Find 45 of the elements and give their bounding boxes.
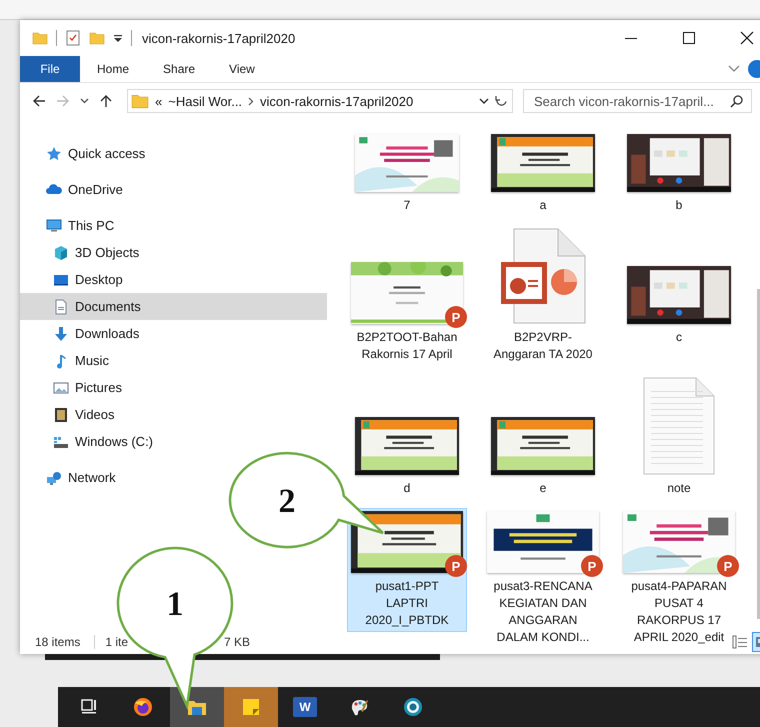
nav-item[interactable]: Windows (C:) <box>20 428 166 455</box>
item-count: 18 items <box>35 635 80 649</box>
file-item[interactable]: P B2P2TOOT-Bahan Rakornis 17 April <box>347 225 467 366</box>
taskbar-button[interactable]: W <box>278 687 332 727</box>
nav-item[interactable]: Desktop <box>20 266 135 293</box>
selection-size: 7 KB <box>224 635 250 649</box>
file-item[interactable]: P pusat3-RENCANA KEGIATAN DAN ANGGARAN DALAM KONDI... <box>483 508 603 649</box>
nav-item[interactable]: Quick access <box>20 140 158 167</box>
nav-item[interactable]: Downloads <box>20 320 152 347</box>
file-item[interactable]: e <box>483 374 603 500</box>
file-item[interactable]: c <box>619 225 739 349</box>
nav-item[interactable]: 3D Objects <box>20 239 152 266</box>
callout-number: 2 <box>278 483 296 520</box>
nav-item[interactable]: Music <box>20 347 121 374</box>
nav-item[interactable]: Network <box>20 464 128 491</box>
file-item[interactable]: P pusat4-PAPARAN PUSAT 4 RAKORPUS 17 APRIL 2020_edit <box>619 508 739 649</box>
file-item[interactable]: P pusat1-PPT LAPTRI 2020_I_PBTDK <box>347 508 467 632</box>
search-field[interactable]: Search vicon-rakornis-17april... <box>523 89 752 113</box>
nav-item[interactable]: Videos <box>20 401 127 428</box>
selection-info: 1 ite <box>105 635 128 649</box>
file-item[interactable]: b <box>619 127 739 217</box>
app-badge: P <box>445 306 467 328</box>
file-item[interactable]: B2P2VRP-Anggaran TA 2020 <box>483 225 603 366</box>
callout-number: 1 <box>166 586 184 623</box>
file-menu-button[interactable]: File <box>20 56 80 82</box>
ribbon-tab[interactable]: View <box>212 56 272 82</box>
file-item[interactable]: d <box>347 374 467 500</box>
breadcrumb-overflow[interactable]: « <box>155 94 162 108</box>
file-item[interactable]: 7 <box>347 127 467 217</box>
app-badge: P <box>445 555 467 577</box>
breadcrumb[interactable]: vicon-rakornis-17april2020 <box>260 94 414 108</box>
ribbon-tab[interactable]: Home <box>80 56 146 82</box>
document-app-icon: W <box>293 697 317 717</box>
file-item[interactable]: a <box>483 127 603 217</box>
nav-item[interactable]: OneDrive <box>20 176 135 203</box>
nav-item[interactable]: This PC <box>20 212 126 239</box>
app-badge: P <box>717 555 739 577</box>
nav-item[interactable]: Documents <box>20 293 327 320</box>
window-title: vicon-rakornis-17april2020 <box>142 30 296 46</box>
file-item[interactable]: note <box>619 374 739 500</box>
ribbon-tab[interactable]: Share <box>146 56 212 82</box>
app-badge: P <box>581 555 603 577</box>
nav-item[interactable]: Pictures <box>20 374 134 401</box>
breadcrumb[interactable]: ~Hasil Wor... <box>168 94 242 108</box>
address-bar[interactable]: « ~Hasil Wor... vicon-rakornis-17april2020 <box>127 89 513 113</box>
